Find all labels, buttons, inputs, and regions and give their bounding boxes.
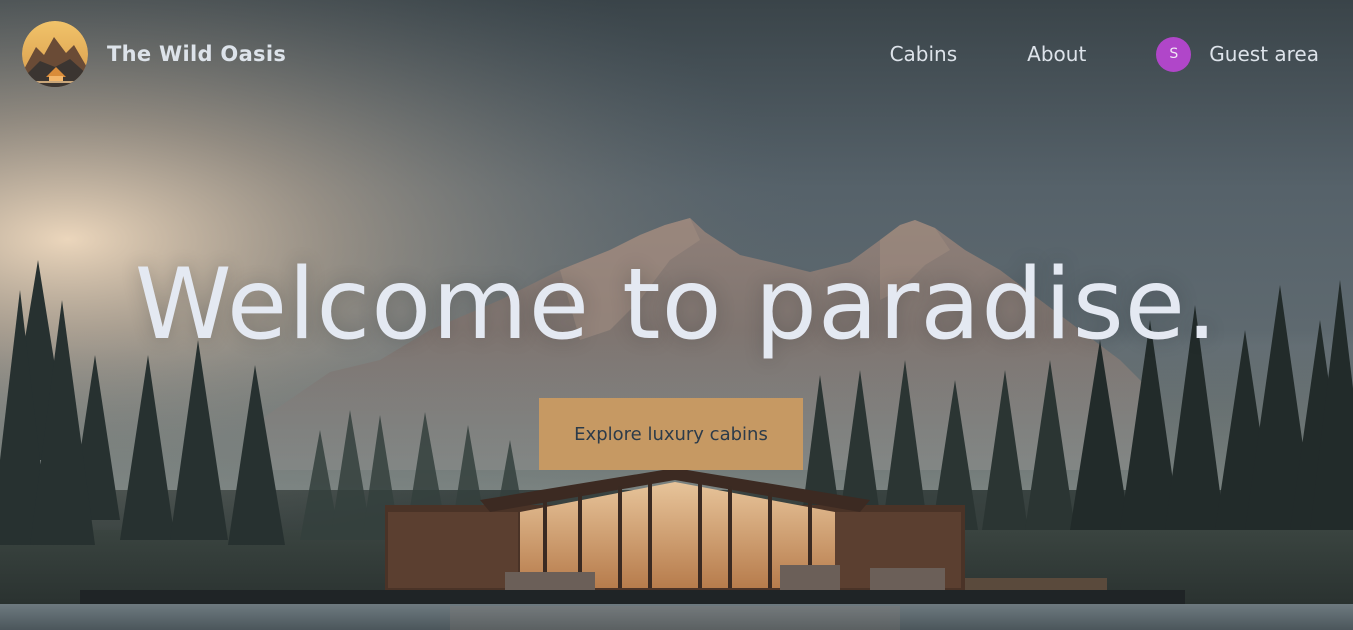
hero-headline: Welcome to paradise. [134,248,1219,362]
nav-link-about[interactable]: About [1027,36,1086,72]
explore-cabins-button[interactable]: Explore luxury cabins [539,398,803,470]
nav-link-guest-area[interactable]: S Guest area [1156,36,1319,72]
site-header: The Wild Oasis Cabins About S Guest area [0,0,1353,110]
logo-icon [22,21,88,87]
brand-name: The Wild Oasis [107,42,287,66]
main-nav: Cabins About S Guest area [820,36,1319,72]
guest-area-label: Guest area [1209,42,1319,66]
logo-link[interactable]: The Wild Oasis [22,21,286,87]
hero-section: The Wild Oasis Cabins About S Guest area… [0,0,1353,630]
user-avatar: S [1156,36,1192,72]
nav-link-cabins[interactable]: Cabins [890,36,958,72]
